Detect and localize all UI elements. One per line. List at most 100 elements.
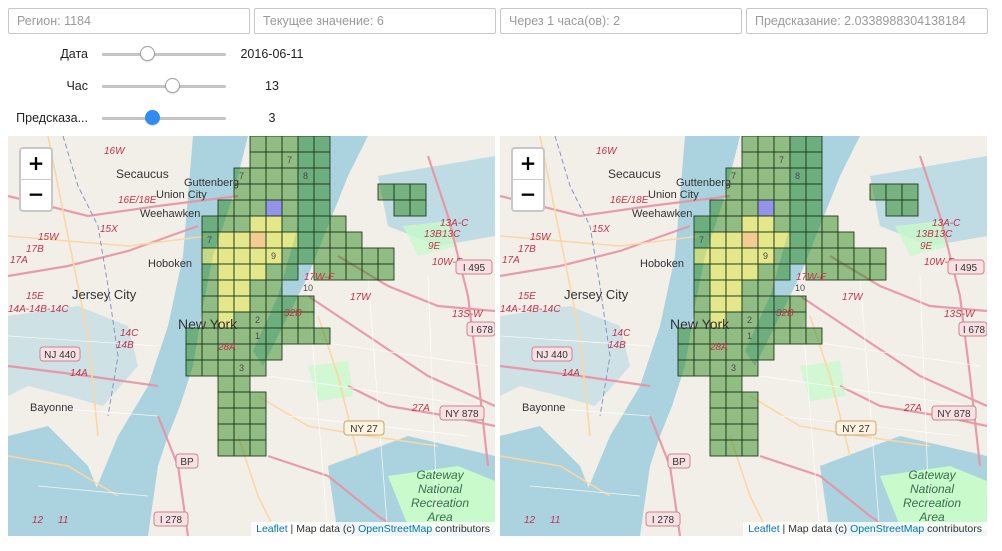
demand-cell[interactable] bbox=[837, 231, 855, 249]
demand-cell[interactable] bbox=[869, 183, 887, 201]
demand-cell[interactable] bbox=[821, 247, 839, 265]
zoom-in-button[interactable]: + bbox=[513, 149, 543, 180]
demand-cell[interactable] bbox=[281, 263, 299, 281]
demand-cell[interactable] bbox=[281, 136, 299, 153]
demand-cell[interactable] bbox=[297, 247, 315, 265]
demand-cell[interactable] bbox=[869, 247, 887, 265]
demand-cell[interactable] bbox=[217, 391, 235, 409]
demand-cell[interactable] bbox=[725, 375, 743, 393]
demand-cell[interactable] bbox=[281, 327, 299, 345]
demand-cell[interactable] bbox=[805, 183, 823, 201]
demand-cell[interactable] bbox=[297, 327, 315, 345]
demand-cell[interactable] bbox=[757, 343, 775, 361]
demand-cell[interactable] bbox=[217, 263, 235, 281]
demand-cell[interactable] bbox=[757, 136, 775, 153]
demand-cell[interactable] bbox=[249, 136, 267, 153]
demand-cell[interactable] bbox=[805, 136, 823, 153]
demand-cell[interactable] bbox=[757, 311, 775, 329]
demand-cell[interactable] bbox=[709, 199, 727, 217]
demand-cell[interactable] bbox=[345, 231, 363, 249]
demand-cell[interactable] bbox=[773, 183, 791, 201]
demand-cell[interactable] bbox=[201, 247, 219, 265]
hour-slider-track[interactable] bbox=[102, 78, 226, 93]
demand-cell[interactable] bbox=[805, 199, 823, 217]
demand-cell[interactable] bbox=[693, 279, 711, 297]
demand-cell[interactable] bbox=[725, 199, 743, 217]
demand-cell[interactable] bbox=[741, 423, 759, 441]
demand-cell[interactable] bbox=[233, 375, 251, 393]
demand-cell[interactable] bbox=[757, 151, 775, 169]
demand-cell[interactable] bbox=[757, 199, 775, 217]
demand-cell[interactable] bbox=[805, 247, 823, 265]
demand-cell[interactable] bbox=[741, 279, 759, 297]
demand-cell[interactable] bbox=[821, 231, 839, 249]
demand-cell[interactable] bbox=[249, 247, 267, 265]
demand-cell[interactable] bbox=[709, 439, 727, 457]
zoom-out-button[interactable]: − bbox=[21, 180, 51, 210]
demand-cell[interactable] bbox=[265, 183, 283, 201]
demand-cell[interactable] bbox=[789, 136, 807, 153]
demand-cell[interactable] bbox=[885, 199, 903, 217]
demand-cell[interactable] bbox=[773, 327, 791, 345]
demand-cell[interactable] bbox=[757, 183, 775, 201]
demand-cell[interactable] bbox=[217, 231, 235, 249]
demand-cell[interactable] bbox=[725, 391, 743, 409]
demand-cell[interactable] bbox=[869, 263, 887, 281]
leaflet-link[interactable]: Leaflet bbox=[256, 523, 288, 535]
demand-cell[interactable] bbox=[741, 295, 759, 313]
demand-cell[interactable] bbox=[265, 215, 283, 233]
demand-cell[interactable] bbox=[265, 327, 283, 345]
demand-cell[interactable] bbox=[201, 215, 219, 233]
demand-cell[interactable] bbox=[329, 247, 347, 265]
demand-cell[interactable] bbox=[249, 231, 267, 249]
demand-cell[interactable] bbox=[249, 439, 267, 457]
demand-cell[interactable] bbox=[265, 199, 283, 217]
demand-cell[interactable] bbox=[757, 167, 775, 185]
demand-cell[interactable] bbox=[265, 167, 283, 185]
demand-cell[interactable] bbox=[217, 375, 235, 393]
demand-cell[interactable] bbox=[741, 343, 759, 361]
demand-cell[interactable] bbox=[853, 263, 871, 281]
demand-cell[interactable] bbox=[805, 327, 823, 345]
demand-cell[interactable] bbox=[233, 391, 251, 409]
demand-cell[interactable] bbox=[233, 215, 251, 233]
demand-cell[interactable] bbox=[281, 183, 299, 201]
demand-cell[interactable] bbox=[789, 151, 807, 169]
demand-cell[interactable] bbox=[409, 183, 427, 201]
demand-cell[interactable] bbox=[249, 263, 267, 281]
demand-cell[interactable] bbox=[725, 295, 743, 313]
demand-cell[interactable] bbox=[249, 423, 267, 441]
demand-cell[interactable] bbox=[201, 359, 219, 377]
demand-cell[interactable] bbox=[741, 136, 759, 153]
demand-cell[interactable] bbox=[281, 231, 299, 249]
demand-cell[interactable] bbox=[757, 215, 775, 233]
demand-cell[interactable] bbox=[693, 343, 711, 361]
demand-cell[interactable] bbox=[185, 343, 203, 361]
demand-cell[interactable] bbox=[217, 359, 235, 377]
demand-cell[interactable] bbox=[693, 215, 711, 233]
demand-cell[interactable] bbox=[741, 231, 759, 249]
demand-cell[interactable] bbox=[233, 439, 251, 457]
demand-cell[interactable] bbox=[265, 263, 283, 281]
demand-cell[interactable] bbox=[709, 375, 727, 393]
demand-cell[interactable] bbox=[805, 215, 823, 233]
demand-cell[interactable] bbox=[217, 279, 235, 297]
demand-cell[interactable] bbox=[201, 279, 219, 297]
demand-cell[interactable] bbox=[773, 199, 791, 217]
demand-cell[interactable] bbox=[725, 263, 743, 281]
demand-cell[interactable] bbox=[757, 279, 775, 297]
demand-cell[interactable] bbox=[789, 247, 807, 265]
demand-cell[interactable] bbox=[265, 295, 283, 313]
demand-cell[interactable] bbox=[789, 183, 807, 201]
demand-cell[interactable] bbox=[709, 423, 727, 441]
prediction-field[interactable]: Предсказание: 2.0338988304138184 bbox=[746, 8, 988, 34]
demand-cell[interactable] bbox=[789, 231, 807, 249]
demand-cell[interactable] bbox=[313, 215, 331, 233]
demand-cell[interactable] bbox=[773, 136, 791, 153]
demand-cell[interactable] bbox=[853, 247, 871, 265]
demand-cell[interactable] bbox=[805, 167, 823, 185]
demand-cell[interactable] bbox=[741, 151, 759, 169]
demand-cell[interactable] bbox=[709, 215, 727, 233]
demand-cell[interactable] bbox=[677, 359, 695, 377]
demand-cell[interactable] bbox=[217, 199, 235, 217]
